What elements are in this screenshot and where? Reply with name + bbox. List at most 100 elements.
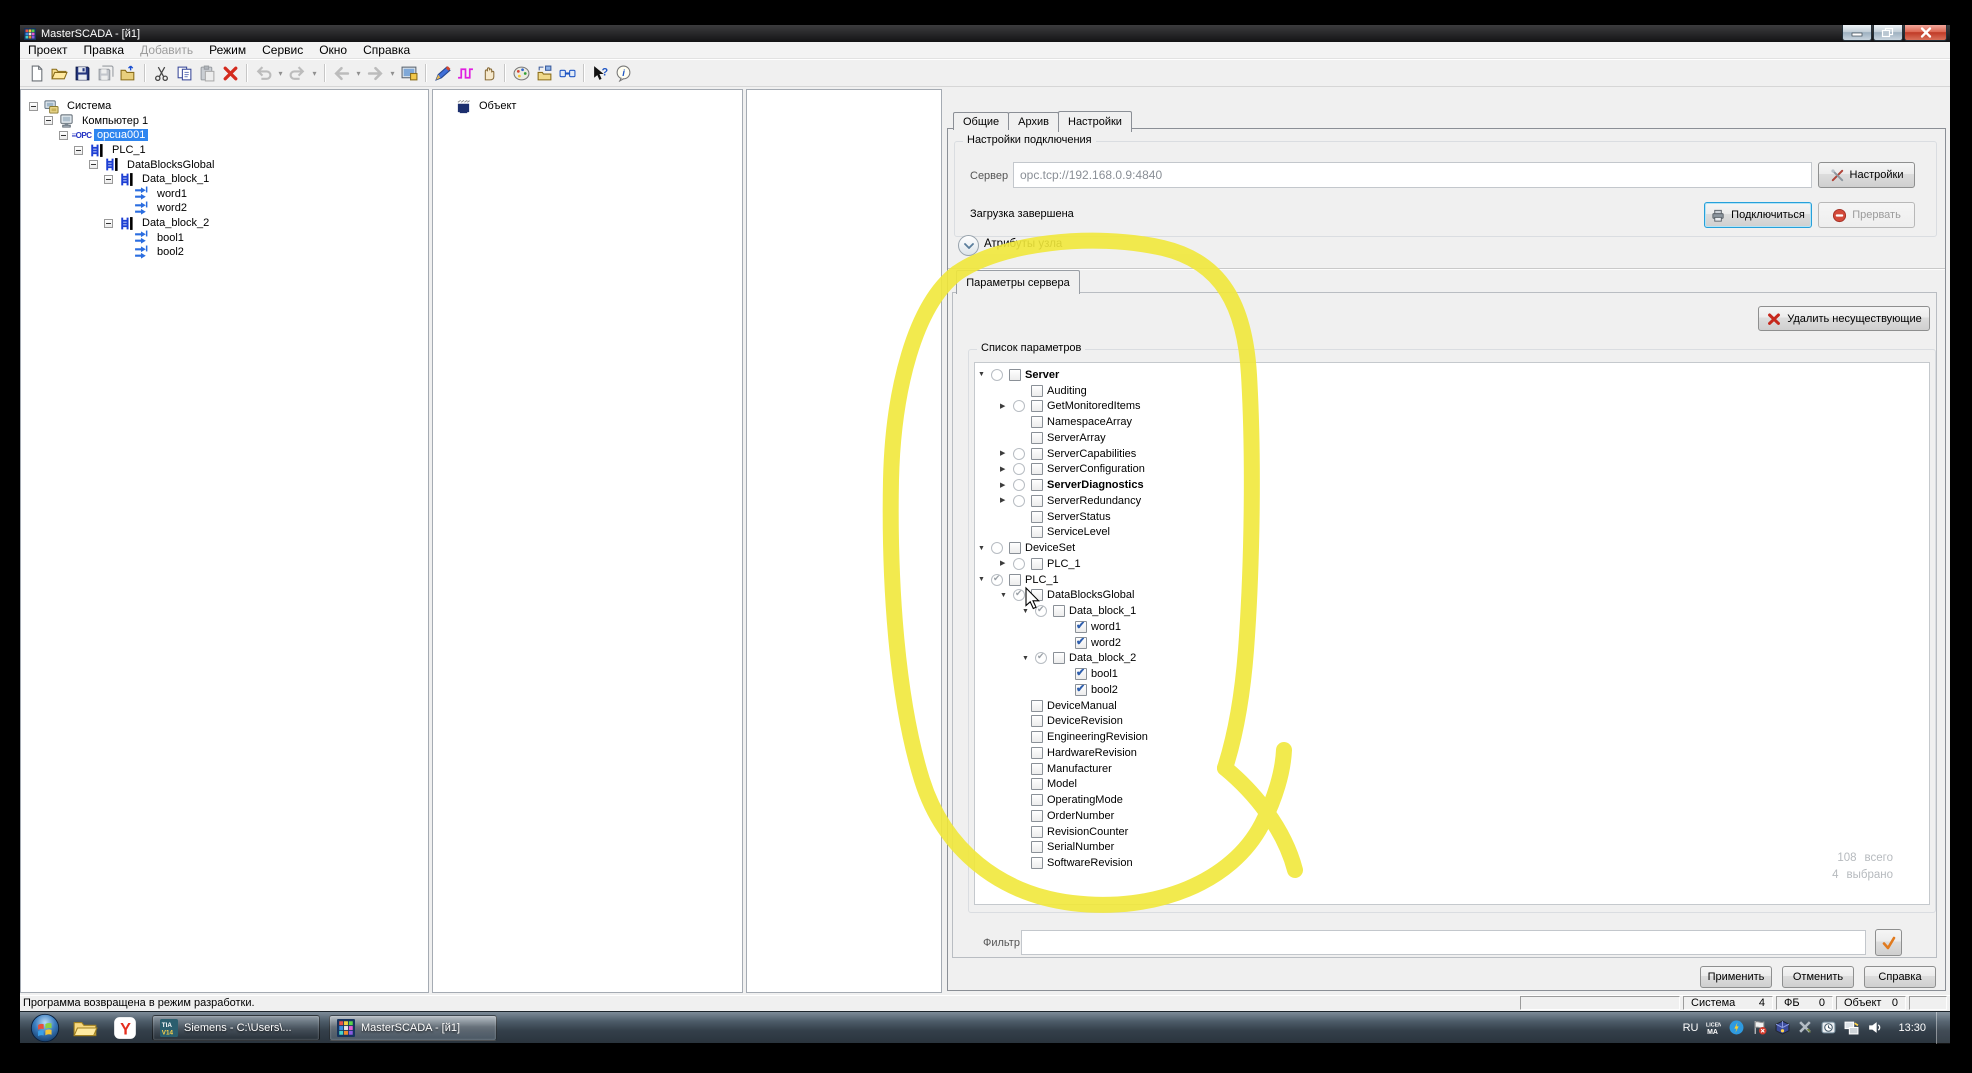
snagit-icon[interactable] (1798, 1020, 1813, 1035)
toolbar-help-cursor-button[interactable]: ? (589, 62, 612, 84)
language-indicator[interactable]: RU (1683, 1022, 1699, 1034)
expander-minus-icon[interactable] (104, 175, 113, 184)
checkbox-unchecked-icon[interactable] (1031, 731, 1043, 743)
param-row-bool1[interactable]: bool1 (975, 666, 1929, 682)
param-row-engineeringrevision[interactable]: EngineeringRevision (975, 729, 1929, 745)
toolbar-pan-hand-button[interactable] (477, 62, 500, 84)
param-row-devicerevision[interactable]: DeviceRevision (975, 714, 1929, 730)
param-row-deviceset[interactable]: ▼DeviceSet (975, 540, 1929, 556)
system-tree-item-plc_1[interactable]: PLC_1 (27, 143, 428, 158)
expander-minus-icon[interactable] (29, 102, 38, 111)
scheduler-icon[interactable] (1821, 1020, 1836, 1035)
server-url-input[interactable] (1013, 162, 1812, 188)
tree-collapsed-arrow-icon[interactable]: ▶ (1000, 497, 1013, 504)
tree-expanded-arrow-icon[interactable]: ▼ (1000, 592, 1013, 599)
tree-expanded-arrow-icon[interactable]: ▼ (978, 545, 991, 552)
toolbar-archive-folder-button[interactable] (533, 62, 556, 84)
param-row-auditing[interactable]: Auditing (975, 383, 1929, 399)
start-button[interactable] (30, 1013, 60, 1043)
checkbox-unchecked-icon[interactable] (1031, 700, 1043, 712)
system-tree-item-bool2[interactable]: bool2 (27, 245, 428, 260)
toolbar-save-button[interactable] (71, 62, 94, 84)
connection-settings-button[interactable]: Настройки (1818, 162, 1915, 188)
radio-partial-icon[interactable] (1013, 589, 1025, 601)
system-tree-item-система[interactable]: Система (27, 99, 428, 114)
param-row-server[interactable]: ▼Server (975, 367, 1929, 383)
license-manager-icon[interactable]: LICENMA (1706, 1020, 1721, 1035)
param-row-devicemanual[interactable]: DeviceManual (975, 698, 1929, 714)
tree-expanded-arrow-icon[interactable]: ▼ (978, 576, 991, 583)
tree-expanded-arrow-icon[interactable]: ▼ (1022, 608, 1035, 615)
checkbox-unchecked-icon[interactable] (1031, 747, 1043, 759)
radio-empty-icon[interactable] (1013, 495, 1025, 507)
tree-expanded-arrow-icon[interactable]: ▼ (978, 371, 991, 378)
checkbox-unchecked-icon[interactable] (1009, 542, 1021, 554)
close-button[interactable] (1904, 25, 1947, 41)
toolbar-delete-button[interactable] (219, 62, 242, 84)
checkbox-unchecked-icon[interactable] (1031, 841, 1043, 853)
param-row-revisioncounter[interactable]: RevisionCounter (975, 824, 1929, 840)
checkbox-unchecked-icon[interactable] (1031, 511, 1043, 523)
param-row-data_block_1[interactable]: ▼Data_block_1 (975, 603, 1929, 619)
toolbar-export-folder-button[interactable] (117, 62, 140, 84)
checkbox-unchecked-icon[interactable] (1031, 794, 1043, 806)
param-row-serialnumber[interactable]: SerialNumber (975, 840, 1929, 856)
expander-minus-icon[interactable] (89, 160, 98, 169)
checkbox-unchecked-icon[interactable] (1031, 463, 1043, 475)
checkbox-unchecked-icon[interactable] (1031, 432, 1043, 444)
param-row-serverarray[interactable]: ServerArray (975, 430, 1929, 446)
menu-item-service[interactable]: Сервис (254, 43, 311, 57)
expander-minus-icon[interactable] (74, 146, 83, 155)
connect-button[interactable]: Подключиться (1704, 202, 1812, 228)
taskbar-app-masterscada[interactable]: MasterSCADA - [й1] (329, 1015, 497, 1041)
param-row-servicelevel[interactable]: ServiceLevel (975, 525, 1929, 541)
param-row-word2[interactable]: word2 (975, 635, 1929, 651)
checkbox-unchecked-icon[interactable] (1031, 857, 1043, 869)
checkbox-unchecked-icon[interactable] (1031, 495, 1043, 507)
param-row-bool2[interactable]: bool2 (975, 682, 1929, 698)
tree-expanded-arrow-icon[interactable]: ▼ (1022, 655, 1035, 662)
action-center-icon[interactable] (1752, 1020, 1767, 1035)
checkbox-checked-icon[interactable] (1075, 637, 1087, 649)
param-row-serverstatus[interactable]: ServerStatus (975, 509, 1929, 525)
tree-collapsed-arrow-icon[interactable]: ▶ (1000, 403, 1013, 410)
system-tree-item-word2[interactable]: word2 (27, 201, 428, 216)
system-tree-item-word1[interactable]: word1 (27, 187, 428, 202)
radio-partial-icon[interactable] (991, 574, 1003, 586)
checkbox-unchecked-icon[interactable] (1031, 416, 1043, 428)
expander-minus-icon[interactable] (104, 219, 113, 228)
checkbox-unchecked-icon[interactable] (1009, 574, 1021, 586)
param-row-plc_1[interactable]: ▼PLC_1 (975, 572, 1929, 588)
checkbox-checked-icon[interactable] (1075, 684, 1087, 696)
param-row-model[interactable]: Model (975, 777, 1929, 793)
volume-icon[interactable] (1867, 1020, 1882, 1035)
checkbox-unchecked-icon[interactable] (1031, 448, 1043, 460)
tab-настройки[interactable]: Настройки (1058, 111, 1132, 132)
menu-item-mode[interactable]: Режим (201, 43, 254, 57)
checkbox-checked-icon[interactable] (1075, 621, 1087, 633)
param-row-datablocksglobal[interactable]: ▼DataBlocksGlobal (975, 588, 1929, 604)
network-icon[interactable] (1844, 1020, 1859, 1035)
filter-apply-button[interactable] (1875, 929, 1902, 956)
checkbox-unchecked-icon[interactable] (1031, 558, 1043, 570)
tree-collapsed-arrow-icon[interactable]: ▶ (1000, 466, 1013, 473)
system-tree-item-datablocksglobal[interactable]: DataBlocksGlobal (27, 157, 428, 172)
minimize-button[interactable] (1842, 25, 1872, 41)
toolbar-copy-button[interactable] (173, 62, 196, 84)
checkbox-unchecked-icon[interactable] (1053, 605, 1065, 617)
apply-button[interactable]: Применить (1700, 966, 1772, 988)
menu-item-window[interactable]: Окно (311, 43, 355, 57)
checkbox-unchecked-icon[interactable] (1031, 810, 1043, 822)
param-row-namespacearray[interactable]: NamespaceArray (975, 414, 1929, 430)
checkbox-unchecked-icon[interactable] (1031, 589, 1043, 601)
toolbar-connections-button[interactable] (556, 62, 579, 84)
checkbox-unchecked-icon[interactable] (1009, 369, 1021, 381)
delete-missing-button[interactable]: Удалить несуществующие (1758, 306, 1930, 331)
param-row-getmonitoreditems[interactable]: ▶GetMonitoredItems (975, 399, 1929, 415)
virtualbox-icon[interactable] (1775, 1020, 1790, 1035)
expander-minus-icon[interactable] (44, 116, 53, 125)
toolbar-cut-button[interactable] (150, 62, 173, 84)
taskbar-clock[interactable]: 13:30 (1898, 1022, 1926, 1034)
radio-empty-icon[interactable] (991, 369, 1003, 381)
param-row-softwarerevision[interactable]: SoftwareRevision (975, 855, 1929, 871)
